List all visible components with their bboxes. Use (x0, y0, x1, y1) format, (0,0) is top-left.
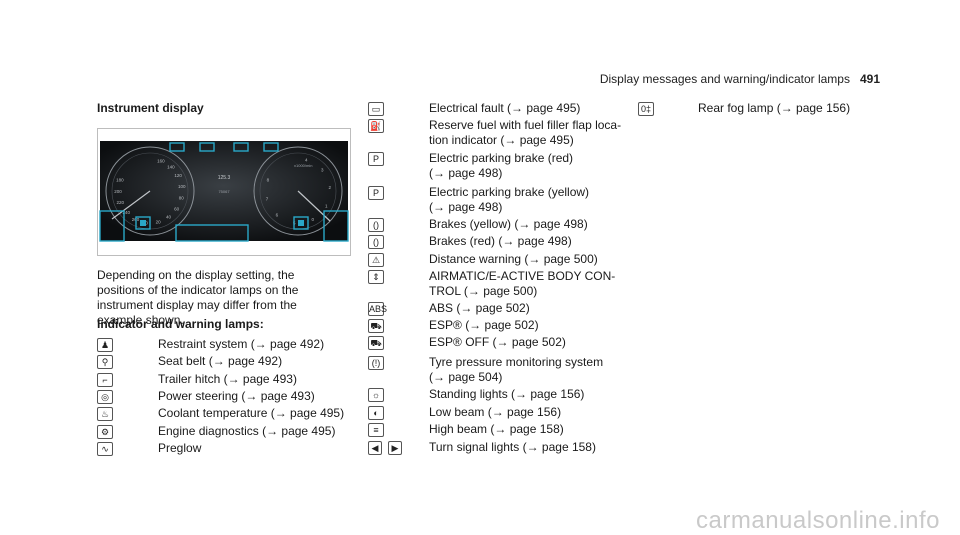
lamp-description-line: Tyre pressure monitoring system (429, 355, 604, 369)
lamp-description-line: tion indicator (→ page 495) (429, 133, 574, 147)
lamp-description-line: Standing lights (→ page 156) (429, 387, 585, 401)
lamp-description-line: Turn signal lights (→ page 158) (429, 440, 596, 454)
lamp-description-line: Brakes (red) (→ page 498) (429, 234, 572, 248)
fuel-reserve-icon: ⛽ (368, 119, 384, 133)
lamp-description-line: Reserve fuel with fuel filler flap loca- (429, 118, 622, 132)
lamp-description: Brakes (yellow) (→ page 498) (429, 217, 588, 232)
lamp-description: Coolant temperature (→ page 495) (158, 406, 345, 420)
trailer-hitch-icon: ⌐ (97, 373, 113, 387)
center-readout-top: 125.3 (218, 175, 231, 181)
engine-diagnostics-icon: ⚙ (97, 425, 113, 439)
tachometer-caption: x1000/min (294, 163, 312, 168)
lamp-description: Standing lights (→ page 156) (429, 387, 584, 402)
instrument-display-figure: 160 140 120 100 80 60 40 20 0 260 240 220 200 180 432… (97, 128, 351, 256)
lamp-description-line: ABS (→ page 502) (429, 301, 530, 315)
speedometer-tick-label: 80 (179, 196, 185, 201)
lamp-description: ESP® (→ page 502) (429, 318, 539, 333)
lamp-description-line: Low beam (→ page 156) (429, 405, 562, 419)
preglow-icon: ∿ (97, 442, 113, 456)
page-header: Display messages and warning/indicator l… (600, 72, 880, 86)
lamp-description: Power steering (→ page 493) (158, 389, 315, 403)
lamp-description-line: Electric parking brake (red) (429, 151, 574, 165)
lamp-description-line: ESP® OFF (→ page 502) (429, 335, 566, 349)
speedometer-tick-label: 180 (116, 178, 124, 183)
low-beam-icon: ◐ (368, 406, 384, 420)
turn-signal-icon: ◀ (368, 441, 382, 455)
lamp-description-line: Electric parking brake (yellow) (429, 185, 590, 199)
lamp-description: Reserve fuel with fuel filler flap loca-… (429, 118, 621, 148)
restraint-system-icon: ♟ (97, 338, 113, 352)
speedometer-tick-label: 140 (167, 164, 175, 169)
lamp-description: Engine diagnostics (→ page 495) (158, 424, 336, 438)
tyre-pressure-icon: (!) (368, 356, 384, 370)
lamp-description-line: Brakes (yellow) (→ page 498) (429, 217, 588, 231)
rear-fog-lamp-icon: 0‡ (638, 102, 654, 116)
section-title: Instrument display (97, 101, 204, 115)
lamp-description-line: (→ page 498) (429, 200, 503, 214)
parking-brake-yellow-icon: P (368, 186, 384, 200)
lamps-heading: Indicator and warning lamps: (97, 317, 264, 331)
speedometer-tick-label: 160 (157, 158, 165, 163)
lamp-description: Distance warning (→ page 500) (429, 252, 598, 267)
power-steering-icon: ◎ (97, 390, 113, 404)
lamp-description-line: ESP® (→ page 502) (429, 318, 539, 332)
lamp-description-line: Electrical fault (→ page 495) (429, 101, 581, 115)
lamp-description: Brakes (red) (→ page 498) (429, 234, 572, 249)
speedometer-tick-label: 200 (114, 189, 122, 194)
esp-icon: ⛟ (368, 319, 384, 333)
parking-brake-red-icon: P (368, 152, 384, 166)
lamp-description-line: TROL (→ page 500) (429, 284, 538, 298)
lamp-description: Tyre pressure monitoring system (→ page 5… (429, 355, 603, 385)
instrument-display-illustration: 160140120100806040200260240220200180 432… (99, 141, 349, 242)
seat-belt-icon: ⚲ (97, 355, 113, 369)
lamp-description: AIRMATIC/E-ACTIVE BODY CON- TROL (→ page … (429, 269, 615, 299)
lamp-description: Turn signal lights (→ page 158) (429, 440, 596, 455)
lamp-description-line: High beam (→ page 158) (429, 422, 564, 436)
lamp-description: Electric parking brake (red) (→ page 498) (429, 151, 573, 181)
lamp-description: ESP® OFF (→ page 502) (429, 335, 566, 350)
lamp-description-line: (→ page 504) (429, 370, 503, 384)
watermark: carmanualsonline.info (696, 507, 940, 534)
abs-icon: ABS (368, 302, 388, 316)
distance-warning-icon: ⚠ (368, 253, 384, 267)
esp-off-icon: ⛟ (368, 336, 384, 350)
lamp-description: Restraint system (→ page 492) (158, 337, 325, 351)
lamp-description-line: Distance warning (→ page 500) (429, 252, 598, 266)
speedometer-tick-label: 40 (166, 215, 172, 220)
high-beam-icon: ≡ (368, 423, 384, 437)
lamp-description: Electric parking brake (yellow) (→ page 4… (429, 185, 589, 215)
lamp-description: Electrical fault (→ page 495) (429, 101, 580, 116)
lamp-description: Trailer hitch (→ page 493) (158, 372, 297, 386)
header-title: Display messages and warning/indicator l… (599, 72, 850, 86)
speedometer-tick-label: 60 (174, 206, 180, 211)
coolant-temperature-icon: ♨ (97, 407, 113, 421)
center-readout-bottom: 75067 (218, 189, 230, 194)
lamp-description: Preglow (158, 441, 202, 455)
lamp-description-line: AIRMATIC/E-ACTIVE BODY CON- (429, 269, 616, 283)
brakes-red-icon: () (368, 235, 384, 249)
turn-signal-icon: ▶ (388, 441, 402, 455)
speedometer-tick-label: 100 (178, 184, 186, 189)
electrical-fault-icon: ▭ (368, 102, 384, 116)
standing-lights-icon: ☼ (368, 388, 384, 402)
lamp-description-line: (→ page 498) (429, 166, 503, 180)
page-number: 491 (859, 72, 880, 86)
lamp-description: Low beam (→ page 156) (429, 405, 561, 420)
speedometer-tick-label: 220 (116, 200, 124, 205)
airmatic-icon: ⇕ (368, 270, 384, 284)
lamp-description: Rear fog lamp (→ page 156) (698, 101, 851, 115)
speedometer-tick-label: 120 (174, 173, 182, 178)
lamp-description: High beam (→ page 158) (429, 422, 564, 437)
brakes-yellow-icon: () (368, 218, 384, 232)
speedometer-tick-label: 20 (156, 220, 162, 225)
lamp-description: Seat belt (→ page 492) (158, 354, 283, 368)
lamp-description: ABS (→ page 502) (429, 301, 530, 316)
